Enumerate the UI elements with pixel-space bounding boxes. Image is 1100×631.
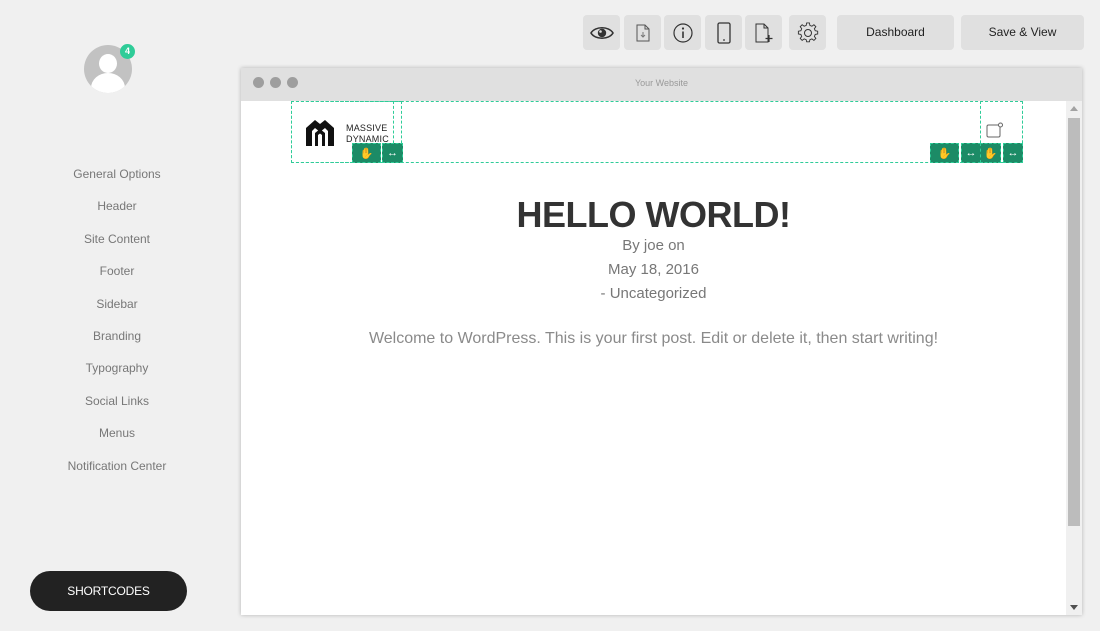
browser-title: Your Website: [634, 78, 689, 88]
sidebar-item-sidebar[interactable]: Sidebar: [0, 296, 234, 328]
post-category[interactable]: - Uncategorized: [241, 285, 1066, 302]
import-button[interactable]: [624, 15, 661, 50]
avatar-body: [91, 73, 125, 93]
sidebar-item-menus[interactable]: Menus: [0, 425, 234, 457]
sidebar: 4 General Options Header Site Content Fo…: [0, 0, 234, 631]
drag-handle[interactable]: ✋: [980, 143, 1001, 163]
resize-arrows-icon: ↔: [965, 147, 977, 159]
post-body: Welcome to WordPress. This is your first…: [368, 330, 939, 347]
shortcodes-button[interactable]: SHORTCODES: [30, 571, 187, 611]
resize-handle[interactable]: ↔: [1003, 143, 1023, 163]
sidebar-item-social-links[interactable]: Social Links: [0, 393, 234, 425]
scroll-up-arrow-icon[interactable]: [1070, 106, 1078, 111]
responsive-view-button[interactable]: [705, 15, 742, 50]
save-and-view-button[interactable]: Save & View: [961, 15, 1084, 50]
avatar-head: [99, 54, 117, 73]
sidebar-item-branding[interactable]: Branding: [0, 328, 234, 360]
resize-handle[interactable]: ↔: [382, 143, 403, 163]
scrollbar-thumb[interactable]: [1068, 118, 1080, 526]
notification-badge[interactable]: 4: [120, 44, 135, 59]
website-preview-window: Your Website MASSIVE DYNAMIC ✋ ↔ ✋ ↔ ✋ ↔…: [241, 68, 1082, 615]
post-byline: By joe on: [622, 237, 685, 254]
file-download-icon: [636, 24, 649, 41]
resize-arrows-icon: ↔: [1007, 147, 1019, 159]
add-page-button[interactable]: [745, 15, 782, 50]
gear-icon: [797, 21, 818, 42]
sidebar-item-notification-center[interactable]: Notification Center: [0, 458, 234, 490]
info-button[interactable]: [664, 15, 701, 50]
file-add-icon: [755, 23, 772, 42]
dashboard-button[interactable]: Dashboard: [837, 15, 954, 50]
sidebar-item-general-options[interactable]: General Options: [0, 166, 234, 198]
resize-handle[interactable]: ↔: [961, 143, 981, 163]
hand-icon: ✋: [937, 147, 952, 160]
drag-handle[interactable]: ✋: [352, 143, 381, 163]
drag-handle[interactable]: ✋: [930, 143, 959, 163]
preview-button[interactable]: [583, 15, 620, 50]
resize-arrows-icon: ↔: [387, 147, 398, 159]
browser-chrome: Your Website: [241, 68, 1082, 101]
logo-text: MASSIVE DYNAMIC: [346, 123, 389, 145]
sidebar-item-site-content[interactable]: Site Content: [0, 231, 234, 263]
post-title: HELLO WORLD!: [516, 194, 791, 235]
sidebar-item-typography[interactable]: Typography: [0, 360, 234, 392]
sidebar-item-header[interactable]: Header: [0, 198, 234, 230]
site-viewport: MASSIVE DYNAMIC ✋ ↔ ✋ ↔ ✋ ↔ HELLO WORLD!: [241, 101, 1066, 615]
post-date: May 18, 2016: [608, 261, 699, 278]
hand-icon: ✋: [983, 147, 998, 160]
sidebar-item-footer[interactable]: Footer: [0, 263, 234, 295]
widget-placeholder-icon[interactable]: [986, 122, 1004, 138]
massive-dynamic-logo-icon: [306, 120, 334, 146]
vertical-scrollbar[interactable]: [1066, 101, 1082, 615]
settings-button[interactable]: [789, 15, 826, 50]
scroll-down-arrow-icon[interactable]: [1070, 605, 1078, 610]
eye-icon: [589, 26, 614, 39]
info-icon: [672, 22, 693, 43]
tablet-icon: [716, 21, 731, 44]
hand-icon: ✋: [359, 147, 374, 160]
sidebar-nav: General Options Header Site Content Foot…: [0, 166, 234, 490]
logo-line-1: MASSIVE: [346, 123, 388, 133]
